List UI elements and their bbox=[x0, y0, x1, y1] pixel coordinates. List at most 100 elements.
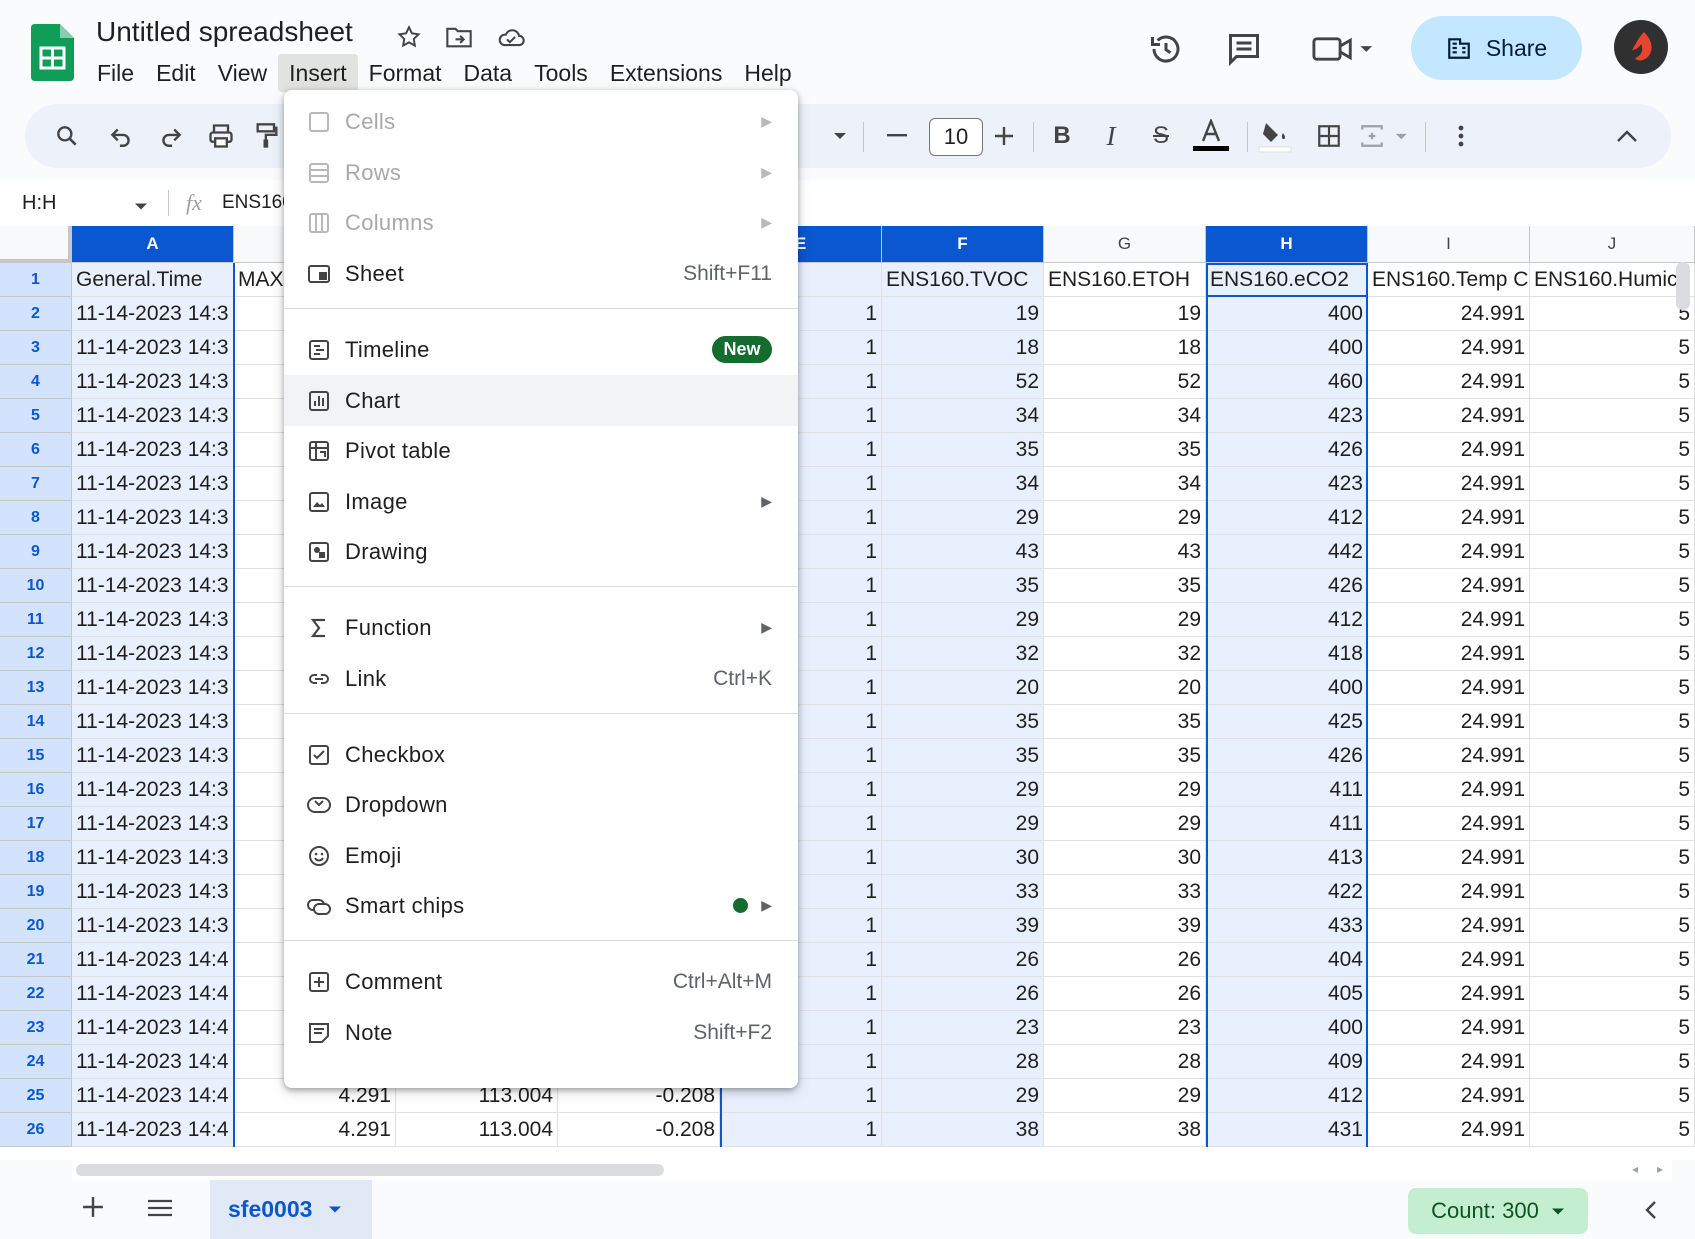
plus-icon[interactable] bbox=[984, 114, 1024, 158]
sheets-logo-icon[interactable] bbox=[31, 24, 74, 81]
table-cell[interactable]: 11-14-2023 14:3 bbox=[72, 297, 234, 331]
table-cell[interactable]: 11-14-2023 14:4 bbox=[72, 1045, 234, 1079]
table-cell[interactable]: 5 bbox=[1530, 569, 1695, 603]
row-header[interactable]: 16 bbox=[0, 773, 72, 807]
table-cell[interactable]: 43 bbox=[882, 535, 1044, 569]
table-cell[interactable]: 23 bbox=[882, 1011, 1044, 1045]
table-cell[interactable]: 11-14-2023 14:3 bbox=[72, 433, 234, 467]
horizontal-scrollbar[interactable]: ◂ ▸ bbox=[72, 1160, 1672, 1180]
minus-icon[interactable] bbox=[877, 114, 917, 158]
menu-item-sheet[interactable]: Sheet Shift+F11 bbox=[284, 248, 798, 299]
table-cell[interactable]: 38 bbox=[1044, 1113, 1206, 1147]
select-all-corner[interactable] bbox=[0, 226, 72, 263]
table-cell[interactable]: 34 bbox=[882, 467, 1044, 501]
table-cell[interactable]: 11-14-2023 14:4 bbox=[72, 1079, 234, 1113]
table-cell[interactable]: 24.991 bbox=[1368, 1079, 1530, 1113]
row-header[interactable]: 15 bbox=[0, 739, 72, 773]
table-cell[interactable]: 5 bbox=[1530, 433, 1695, 467]
table-cell[interactable]: 26 bbox=[882, 977, 1044, 1011]
menu-item-note[interactable]: Note Shift+F2 bbox=[284, 1007, 798, 1058]
table-cell[interactable]: 5 bbox=[1530, 331, 1695, 365]
table-cell[interactable]: 5 bbox=[1530, 875, 1695, 909]
header-cell[interactable]: ENS160.ETOH bbox=[1044, 263, 1206, 297]
italic-icon[interactable]: I bbox=[1089, 114, 1133, 158]
table-cell[interactable]: 5 bbox=[1530, 365, 1695, 399]
table-cell[interactable]: 11-14-2023 14:3 bbox=[72, 535, 234, 569]
table-cell[interactable]: 26 bbox=[1044, 977, 1206, 1011]
column-header-a[interactable]: A bbox=[72, 226, 234, 263]
table-cell[interactable]: 1 bbox=[720, 1113, 882, 1147]
row-header[interactable]: 26 bbox=[0, 1113, 72, 1147]
table-cell[interactable]: 24.991 bbox=[1368, 637, 1530, 671]
menu-item-smart-chips[interactable]: Smart chips ▶ bbox=[284, 880, 798, 931]
row-header[interactable]: 12 bbox=[0, 637, 72, 671]
table-cell[interactable]: 26 bbox=[1044, 943, 1206, 977]
table-cell[interactable]: 11-14-2023 14:3 bbox=[72, 671, 234, 705]
table-cell[interactable]: 5 bbox=[1530, 297, 1695, 331]
table-cell[interactable]: 34 bbox=[1044, 399, 1206, 433]
table-cell[interactable]: 30 bbox=[1044, 841, 1206, 875]
table-cell[interactable]: 5 bbox=[1530, 1079, 1695, 1113]
row-header[interactable]: 19 bbox=[0, 875, 72, 909]
header-cell[interactable]: ENS160.Humic bbox=[1530, 263, 1695, 297]
table-cell[interactable]: 32 bbox=[882, 637, 1044, 671]
text-color-icon[interactable] bbox=[1189, 114, 1233, 158]
formula-input[interactable]: ENS160 bbox=[222, 192, 293, 214]
table-cell[interactable]: 24.991 bbox=[1368, 977, 1530, 1011]
table-cell[interactable]: 412 bbox=[1206, 603, 1368, 637]
table-cell[interactable]: 24.991 bbox=[1368, 467, 1530, 501]
table-cell[interactable]: 412 bbox=[1206, 1079, 1368, 1113]
collapse-icon[interactable] bbox=[1605, 114, 1649, 158]
document-title[interactable]: Untitled spreadsheet bbox=[96, 16, 353, 48]
meet-video-icon[interactable] bbox=[1308, 26, 1378, 72]
table-cell[interactable]: 33 bbox=[1044, 875, 1206, 909]
row-header[interactable]: 10 bbox=[0, 569, 72, 603]
row-header[interactable]: 11 bbox=[0, 603, 72, 637]
avatar[interactable] bbox=[1614, 20, 1668, 74]
print-icon[interactable] bbox=[199, 114, 243, 158]
table-cell[interactable]: 5 bbox=[1530, 705, 1695, 739]
table-cell[interactable]: 29 bbox=[1044, 501, 1206, 535]
table-cell[interactable]: 18 bbox=[882, 331, 1044, 365]
table-cell[interactable]: 29 bbox=[1044, 1079, 1206, 1113]
menu-view[interactable]: View bbox=[207, 54, 278, 92]
search-icon[interactable] bbox=[45, 114, 89, 158]
table-cell[interactable]: 418 bbox=[1206, 637, 1368, 671]
row-header[interactable]: 17 bbox=[0, 807, 72, 841]
menu-item-chart[interactable]: Chart bbox=[284, 375, 798, 426]
table-cell[interactable]: 39 bbox=[882, 909, 1044, 943]
table-cell[interactable]: 11-14-2023 14:3 bbox=[72, 365, 234, 399]
table-cell[interactable]: 11-14-2023 14:3 bbox=[72, 875, 234, 909]
row-header[interactable]: 1 bbox=[0, 263, 72, 297]
menu-item-image[interactable]: Image ▶ bbox=[284, 476, 798, 527]
table-cell[interactable]: 425 bbox=[1206, 705, 1368, 739]
table-cell[interactable]: 35 bbox=[1044, 739, 1206, 773]
table-cell[interactable]: 426 bbox=[1206, 739, 1368, 773]
row-header[interactable]: 25 bbox=[0, 1079, 72, 1113]
column-header-g[interactable]: G bbox=[1044, 226, 1206, 263]
table-cell[interactable]: 11-14-2023 14:3 bbox=[72, 909, 234, 943]
table-cell[interactable]: 35 bbox=[882, 569, 1044, 603]
column-header-j[interactable]: J bbox=[1530, 226, 1695, 263]
header-cell[interactable]: ENS160.TVOC bbox=[882, 263, 1044, 297]
table-cell[interactable]: 34 bbox=[882, 399, 1044, 433]
table-cell[interactable]: 5 bbox=[1530, 773, 1695, 807]
table-cell[interactable]: 5 bbox=[1530, 1011, 1695, 1045]
table-cell[interactable]: 24.991 bbox=[1368, 1045, 1530, 1079]
table-cell[interactable]: 426 bbox=[1206, 433, 1368, 467]
table-cell[interactable]: 11-14-2023 14:3 bbox=[72, 637, 234, 671]
table-cell[interactable]: 19 bbox=[1044, 297, 1206, 331]
row-header[interactable]: 9 bbox=[0, 535, 72, 569]
row-header[interactable]: 4 bbox=[0, 365, 72, 399]
table-cell[interactable]: 29 bbox=[882, 807, 1044, 841]
table-cell[interactable]: 11-14-2023 14:3 bbox=[72, 331, 234, 365]
table-cell[interactable]: 423 bbox=[1206, 399, 1368, 433]
table-cell[interactable]: 11-14-2023 14:4 bbox=[72, 1011, 234, 1045]
table-cell[interactable]: 4.291 bbox=[234, 1113, 396, 1147]
all-sheets-icon[interactable] bbox=[148, 1199, 172, 1222]
table-cell[interactable]: 32 bbox=[1044, 637, 1206, 671]
table-cell[interactable]: 35 bbox=[1044, 705, 1206, 739]
name-box[interactable]: H:H bbox=[22, 192, 56, 215]
table-cell[interactable]: 24.991 bbox=[1368, 909, 1530, 943]
spreadsheet-grid[interactable]: ABCDEFGHIJ1General.TimeMAX.AQIENS160.TVO… bbox=[0, 226, 1695, 1160]
